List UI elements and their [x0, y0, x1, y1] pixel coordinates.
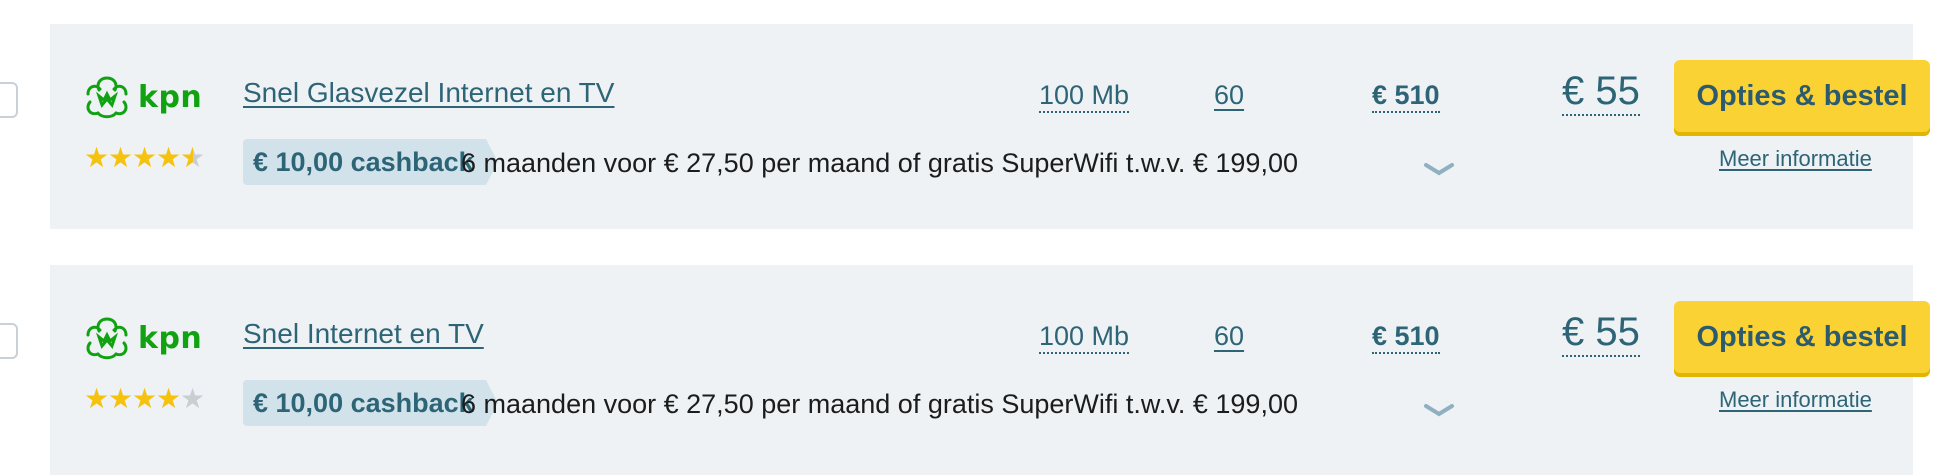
logo-text: kpn	[138, 79, 203, 115]
empty-star-icon: ★	[180, 382, 206, 415]
half-star-icon: ★	[180, 141, 206, 174]
promo-text: 6 maanden voor € 27,50 per maand of grat…	[461, 389, 1298, 419]
promo-text: 6 maanden voor € 27,50 per maand of grat…	[461, 148, 1298, 178]
star-icon: ★	[132, 382, 158, 415]
speed-value[interactable]: 100 Mb	[1039, 320, 1130, 354]
total-cost-value[interactable]: € 510	[1372, 79, 1440, 113]
more-info-link[interactable]: Meer informatie	[1719, 146, 1872, 172]
offer-card: kpn ★ ★ ★ ★ ★ Snel Glasvezel Internet en…	[0, 24, 1930, 229]
star-icon: ★	[108, 141, 134, 174]
product-name-link[interactable]: Snel Internet en TV	[243, 318, 484, 350]
rating-stars: ★ ★ ★ ★ ★	[84, 141, 206, 174]
channels-value[interactable]: 60	[1214, 79, 1244, 111]
star-icon: ★	[108, 382, 134, 415]
cashback-badge: € 10,00 cashback	[243, 139, 498, 185]
rating-stars: ★ ★ ★ ★ ★	[84, 382, 206, 415]
star-icon: ★	[84, 141, 110, 174]
cashback-badge: € 10,00 cashback	[243, 380, 498, 426]
kpn-logo: kpn	[82, 72, 202, 122]
product-name-link[interactable]: Snel Glasvezel Internet en TV	[243, 77, 614, 109]
logo-text: kpn	[138, 320, 203, 356]
star-icon: ★	[156, 141, 182, 174]
monthly-price[interactable]: € 55	[1562, 68, 1640, 116]
options-order-button[interactable]: Opties & bestel	[1674, 301, 1930, 373]
chevron-down-icon[interactable]	[1423, 403, 1455, 419]
channels-value[interactable]: 60	[1214, 320, 1244, 352]
kpn-crown-icon	[86, 76, 128, 119]
compare-checkbox[interactable]	[0, 323, 18, 359]
monthly-price[interactable]: € 55	[1562, 309, 1640, 357]
star-icon: ★	[156, 382, 182, 415]
speed-value[interactable]: 100 Mb	[1039, 79, 1130, 113]
star-icon: ★	[84, 382, 110, 415]
more-info-link[interactable]: Meer informatie	[1719, 387, 1872, 413]
total-cost-value[interactable]: € 510	[1372, 320, 1440, 354]
star-icon: ★	[132, 141, 158, 174]
compare-checkbox[interactable]	[0, 82, 18, 118]
kpn-logo: kpn	[82, 313, 202, 363]
chevron-down-icon[interactable]	[1423, 162, 1455, 178]
kpn-crown-icon	[86, 317, 128, 360]
offer-card: kpn ★ ★ ★ ★ ★ Snel Internet en TV 100 Mb…	[0, 265, 1930, 475]
options-order-button[interactable]: Opties & bestel	[1674, 60, 1930, 132]
